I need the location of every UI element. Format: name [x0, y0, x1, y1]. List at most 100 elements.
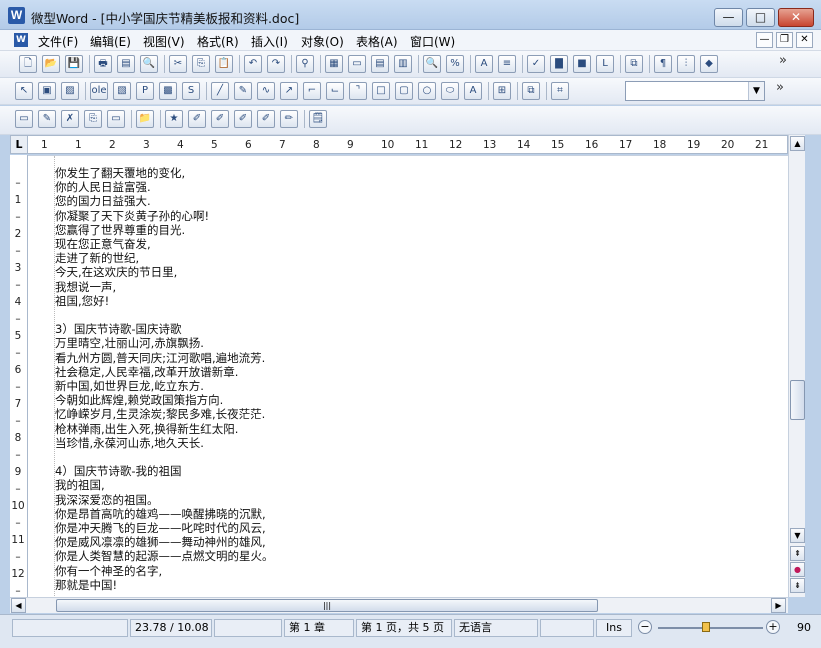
menu-table[interactable]: 表格(A) — [356, 33, 398, 50]
pin-2-icon[interactable]: ✐ — [211, 110, 229, 128]
browse-object-icon[interactable]: ● — [790, 562, 805, 577]
copy-icon[interactable]: ⎘ — [192, 55, 210, 73]
menu-window[interactable]: 窗口(W) — [410, 33, 455, 50]
bring-front-icon[interactable]: ⧉ — [522, 82, 540, 100]
scroll-up-icon[interactable]: ▲ — [790, 136, 805, 151]
view-mode-3-icon[interactable]: ▥ — [394, 55, 412, 73]
doc-close-button[interactable]: ✕ — [796, 32, 813, 48]
form-2-icon[interactable]: ✎ — [38, 110, 56, 128]
print-preview-icon[interactable]: 🔍 — [140, 55, 158, 73]
vertical-scroll-thumb[interactable] — [790, 380, 805, 420]
form-3-icon[interactable]: ✗ — [61, 110, 79, 128]
chart-icon[interactable]: ▇ — [550, 55, 568, 73]
text-frame-icon[interactable]: ≡ — [498, 55, 516, 73]
s-frame-icon[interactable]: S — [182, 82, 200, 100]
form-5-icon[interactable]: ▭ — [107, 110, 125, 128]
view-mode-2-icon[interactable]: ▤ — [371, 55, 389, 73]
zoom-slider[interactable] — [658, 627, 763, 629]
form-1-icon[interactable]: ▭ — [15, 110, 33, 128]
insert-mode-indicator[interactable]: Ins — [596, 619, 632, 637]
horizontal-ruler[interactable]: 112345678910111213141516171819202122 — [10, 135, 802, 154]
callout-icon[interactable]: ⬭ — [441, 82, 459, 100]
pdf-export-icon[interactable]: ▤ — [117, 55, 135, 73]
ellipse-icon[interactable]: ○ — [418, 82, 436, 100]
image-frame-icon[interactable]: ▧ — [113, 82, 131, 100]
toolbar-overflow-icon[interactable]: » — [776, 80, 784, 95]
menu-object[interactable]: 对象(O) — [301, 33, 344, 50]
object-icon[interactable]: ◆ — [700, 55, 718, 73]
percent-icon[interactable]: % — [446, 55, 464, 73]
connector-3-icon[interactable]: ⌝ — [349, 82, 367, 100]
zoom-in-icon[interactable]: + — [766, 620, 780, 634]
horizontal-scroll-thumb[interactable]: ||| — [56, 599, 598, 612]
arrow-line-icon[interactable]: ↗ — [280, 82, 298, 100]
pin-1-icon[interactable]: ✐ — [188, 110, 206, 128]
frame-select-icon[interactable]: ▣ — [38, 82, 56, 100]
menu-insert[interactable]: 插入(I) — [251, 33, 288, 50]
line-tool-icon[interactable]: ╱ — [211, 82, 229, 100]
zoom-icon[interactable]: 🔍 — [423, 55, 441, 73]
paragraph-mark-icon[interactable]: ¶ — [654, 55, 672, 73]
rounded-rect-icon[interactable]: ▢ — [395, 82, 413, 100]
pen-tool-icon[interactable]: ✎ — [234, 82, 252, 100]
tab-stop-selector[interactable]: L — [10, 135, 28, 154]
spell-check-icon[interactable]: ✓ — [527, 55, 545, 73]
zoom-slider-knob[interactable] — [702, 622, 710, 632]
save-icon[interactable]: 💾 — [65, 55, 83, 73]
doc-restore-button[interactable]: ❐ — [776, 32, 793, 48]
open-folder-icon[interactable]: 📂 — [42, 55, 60, 73]
paste-icon[interactable]: 📋 — [215, 55, 233, 73]
note-icon[interactable]: 🗒 — [309, 110, 327, 128]
print-icon[interactable]: 🖶 — [94, 55, 112, 73]
vertical-scrollbar[interactable]: ▲ ▼ ⇞ ● ⇟ — [788, 135, 805, 597]
p-frame-icon[interactable]: P — [136, 82, 154, 100]
picture-icon[interactable]: ▨ — [61, 82, 79, 100]
menu-file[interactable]: 文件(F) — [38, 33, 78, 50]
zoom-out-icon[interactable]: − — [638, 620, 652, 634]
select-arrow-icon[interactable]: ↖ — [15, 82, 33, 100]
connector-2-icon[interactable]: ⌙ — [326, 82, 344, 100]
horizontal-scrollbar[interactable]: ◀ ||| ▶ — [10, 597, 788, 613]
scroll-left-icon[interactable]: ◀ — [11, 598, 26, 613]
shadow-icon[interactable]: ■ — [573, 55, 591, 73]
letter-l-icon[interactable]: L — [596, 55, 614, 73]
document-icon[interactable]: W — [14, 33, 28, 47]
crop-icon[interactable]: ⌗ — [551, 82, 569, 100]
scroll-right-icon[interactable]: ▶ — [771, 598, 786, 613]
minimize-button[interactable]: — — [714, 8, 743, 27]
ole-object-icon[interactable]: ole — [90, 82, 108, 100]
previous-page-icon[interactable]: ⇞ — [790, 546, 805, 561]
toolbar-overflow-icon[interactable]: » — [779, 53, 787, 68]
find-icon[interactable]: ⚲ — [296, 55, 314, 73]
font-combo-box[interactable]: ▼ — [625, 81, 765, 101]
menu-view[interactable]: 视图(V) — [143, 33, 185, 50]
redo-icon[interactable]: ↷ — [267, 55, 285, 73]
connector-1-icon[interactable]: ⌐ — [303, 82, 321, 100]
align-icon[interactable]: ⊞ — [493, 82, 511, 100]
view-mode-1-icon[interactable]: ▭ — [348, 55, 366, 73]
chevron-down-icon[interactable]: ▼ — [748, 82, 764, 100]
form-folder-icon[interactable]: 📁 — [136, 110, 154, 128]
vertical-ruler[interactable]: 1–2–3–4–5–6–7–8–9–10–11–12–13– — [10, 155, 28, 614]
rectangle-icon[interactable]: □ — [372, 82, 390, 100]
undo-icon[interactable]: ↶ — [244, 55, 262, 73]
doc-minimize-button[interactable]: — — [756, 32, 773, 48]
star-pin-icon[interactable]: ★ — [165, 110, 183, 128]
edit-icon[interactable]: ✏ — [280, 110, 298, 128]
column-icon[interactable]: ⫶ — [677, 55, 695, 73]
pin-4-icon[interactable]: ✐ — [257, 110, 275, 128]
document-page[interactable]: 你发生了翻天覆地的变化, 你的人民日益富强. 您的国力日益强大. 你凝聚了天下炎黄子孙… — [28, 155, 788, 597]
next-page-icon[interactable]: ⇟ — [790, 578, 805, 593]
pin-3-icon[interactable]: ✐ — [234, 110, 252, 128]
film-frame-icon[interactable]: ▩ — [159, 82, 177, 100]
menu-format[interactable]: 格式(R) — [197, 33, 239, 50]
calendar-icon[interactable]: ▦ — [325, 55, 343, 73]
cut-icon[interactable]: ✂ — [169, 55, 187, 73]
close-button[interactable]: ✕ — [778, 8, 814, 27]
maximize-button[interactable]: □ — [746, 8, 775, 27]
form-4-icon[interactable]: ⎘ — [84, 110, 102, 128]
group-icon[interactable]: ⧉ — [625, 55, 643, 73]
text-box-icon[interactable]: A — [475, 55, 493, 73]
menu-edit[interactable]: 编辑(E) — [90, 33, 131, 50]
curve-tool-icon[interactable]: ∿ — [257, 82, 275, 100]
